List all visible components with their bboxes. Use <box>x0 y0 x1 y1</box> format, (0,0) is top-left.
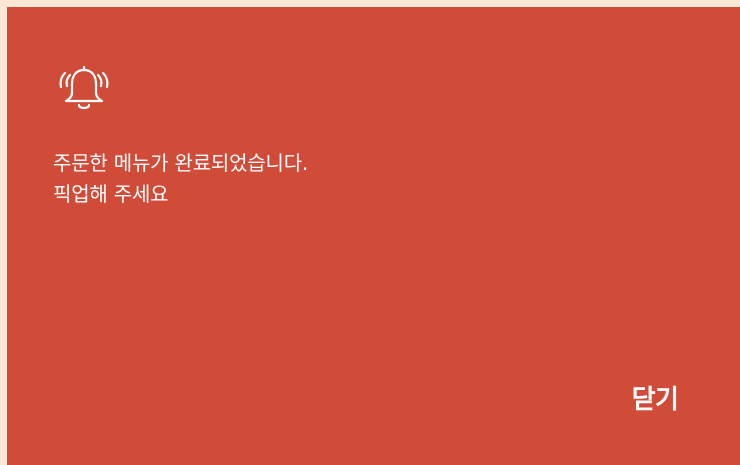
message-line-1: 주문한 메뉴가 완료되었습니다. <box>53 151 309 175</box>
order-complete-dialog: 주문한 메뉴가 완료되었습니다. 픽업해 주세요 닫기 <box>7 7 740 465</box>
bell-ringing-icon <box>59 65 109 110</box>
close-button[interactable]: 닫기 <box>615 372 695 422</box>
message-line-2: 픽업해 주세요 <box>53 182 169 206</box>
dialog-message: 주문한 메뉴가 완료되었습니다. 픽업해 주세요 <box>53 148 308 210</box>
